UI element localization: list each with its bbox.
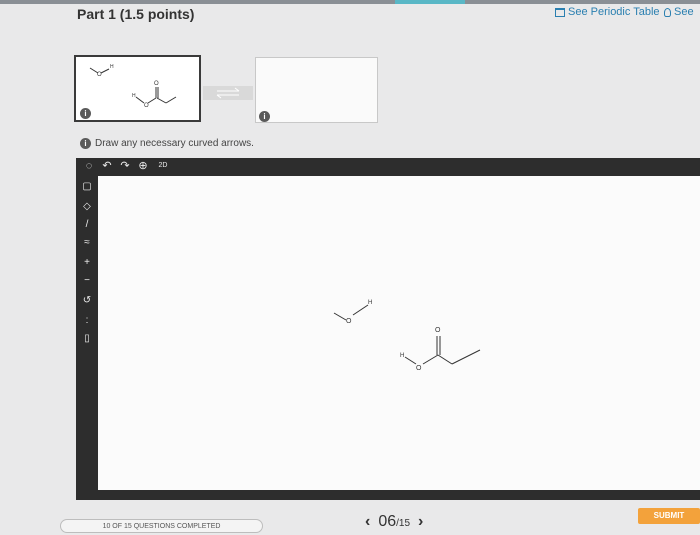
product-box[interactable] xyxy=(255,57,378,123)
reactant-hydroxide-h: H xyxy=(110,64,114,70)
periodic-table-icon xyxy=(555,7,565,17)
submit-button[interactable]: SUBMIT xyxy=(638,508,700,524)
next-arrow-icon[interactable]: › xyxy=(418,513,423,531)
page-total: 15 xyxy=(398,518,411,529)
canvas-hydroxide-o: O xyxy=(346,318,352,325)
instruction-text: Draw any necessary curved arrows. xyxy=(95,138,254,149)
top-bar-accent xyxy=(395,0,465,4)
pager: ‹ 06/15 › xyxy=(365,513,423,531)
redo-icon[interactable]: ↷ xyxy=(118,159,132,173)
hint-link[interactable]: See xyxy=(664,6,694,18)
hint-label: See xyxy=(674,6,694,18)
eraser-icon[interactable]: ◇ xyxy=(80,200,94,214)
reactant-hydroxide-o: O xyxy=(97,72,102,78)
curved-arrow-icon[interactable]: ↺ xyxy=(80,294,94,308)
2d-toggle-icon[interactable]: 2D xyxy=(156,159,170,173)
drawing-sidebar: ▢ ◇ / ≈ + − ↺ : ▯ xyxy=(76,176,98,490)
reactant-info-icon[interactable]: i xyxy=(80,108,91,119)
previous-arrow-icon[interactable]: ‹ xyxy=(365,513,370,531)
chain-icon[interactable]: ≈ xyxy=(80,236,94,250)
drawing-canvas[interactable]: O H O O H xyxy=(98,176,700,490)
canvas-bottom-strip xyxy=(76,490,700,500)
canvas-hydroxide-h: H xyxy=(368,300,372,306)
reactant-box[interactable]: O H O O H xyxy=(74,55,201,122)
product-info-icon[interactable]: i xyxy=(259,111,270,122)
equilibrium-arrow-icon xyxy=(216,87,240,99)
top-bar xyxy=(0,0,700,4)
canvas-acid-o1: O xyxy=(435,327,441,334)
canvas-structures: O H O O H xyxy=(333,300,481,372)
periodic-table-label: See Periodic Table xyxy=(568,6,660,18)
progress-label: 10 OF 15 QUESTIONS COMPLETED xyxy=(60,519,263,533)
equilibrium-arrow xyxy=(203,86,253,100)
canvas-acid-h: H xyxy=(400,353,404,359)
reactant-ester-h: H xyxy=(132,93,136,99)
bond-icon[interactable]: / xyxy=(80,218,94,232)
select-icon[interactable]: ▢ xyxy=(80,180,94,194)
canvas-acid-o2: O xyxy=(416,365,422,372)
lone-pair-icon[interactable]: : xyxy=(80,314,94,328)
rectangle-icon[interactable]: ▯ xyxy=(80,332,94,346)
periodic-table-link[interactable]: See Periodic Table xyxy=(555,6,660,18)
instruction-info-icon: i xyxy=(80,138,91,149)
plus-charge-icon[interactable]: + xyxy=(80,256,94,270)
reactant-ester-o: O xyxy=(144,103,149,109)
page-current: 06 xyxy=(378,513,397,530)
reactant-structure: O H O O H xyxy=(89,64,177,109)
zoom-icon[interactable]: ⊕ xyxy=(136,159,150,173)
minus-charge-icon[interactable]: − xyxy=(80,274,94,288)
part-title: Part 1 (1.5 points) xyxy=(77,6,195,22)
drawing-toolbar: ◌ ↶ ↷ ⊕ 2D xyxy=(76,158,700,176)
reactant-carbonyl-o: O xyxy=(154,81,159,87)
select-tool-icon[interactable]: ◌ xyxy=(82,159,96,173)
lightbulb-icon xyxy=(664,7,671,17)
undo-icon[interactable]: ↶ xyxy=(100,159,114,173)
